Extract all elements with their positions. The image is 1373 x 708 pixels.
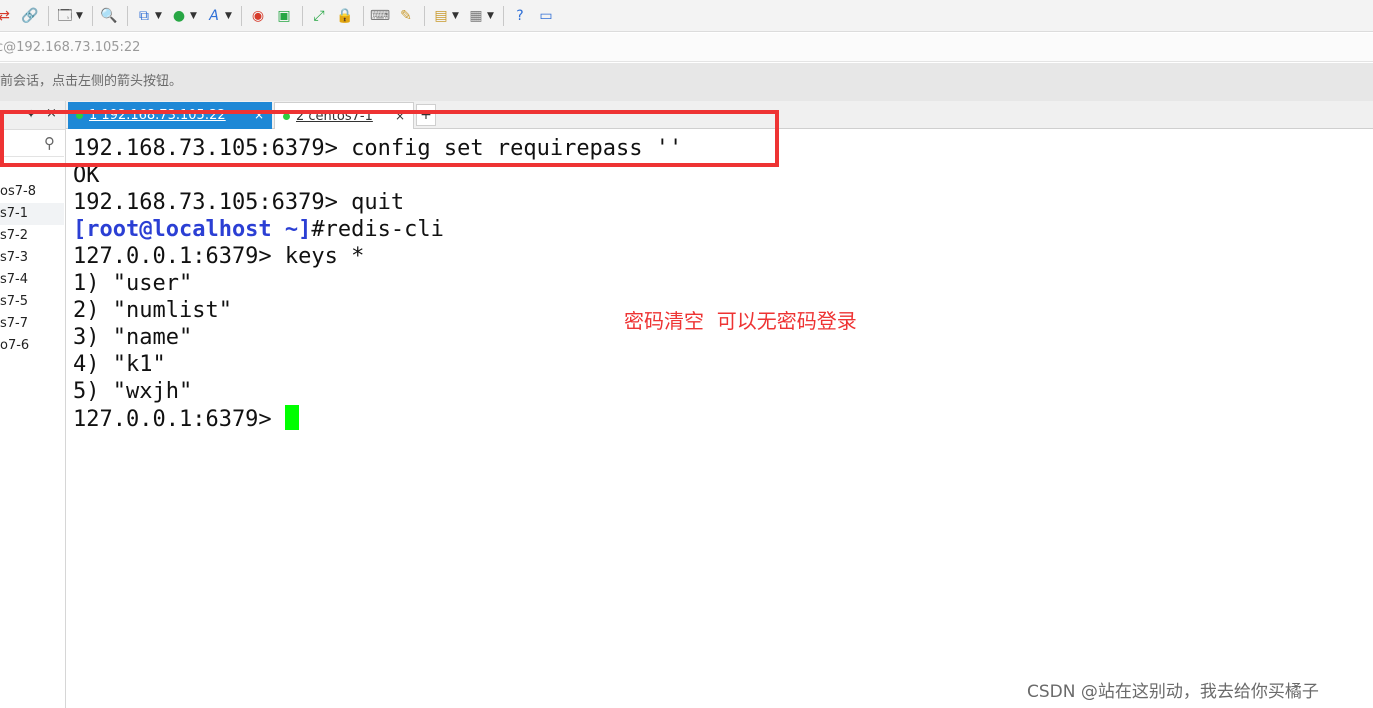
session-search-input[interactable]: ⚲ xyxy=(0,132,64,157)
close-icon[interactable]: × xyxy=(254,102,264,129)
session-list: os7-8 s7-1 s7-2 s7-3 s7-4 s7-5 s7-7 o7-6 xyxy=(0,181,64,357)
toolbar-separator xyxy=(363,5,364,26)
chevron-down-icon[interactable]: ▼ xyxy=(155,11,163,21)
globe-icon[interactable]: ● xyxy=(169,6,189,26)
chevron-down-icon[interactable]: ▼ xyxy=(225,11,233,21)
sidebar-item-session[interactable]: s7-4 xyxy=(0,269,64,291)
hint-text: 前会话，点击左侧的箭头按钮。 xyxy=(0,74,183,89)
chevron-down-icon[interactable]: ▼ xyxy=(190,11,198,21)
toolbar-separator xyxy=(92,5,93,26)
tab-label: 1 192.168.73.105:22 xyxy=(89,108,226,123)
script-icon[interactable]: ▣ xyxy=(274,6,294,26)
chevron-down-icon[interactable]: ▼ xyxy=(487,11,495,21)
keyboard-icon[interactable]: ⌨ xyxy=(370,6,390,26)
new-window-icon[interactable]: 🗔 xyxy=(55,6,75,26)
terminal-line: 5) "wxjh" xyxy=(73,379,193,404)
session-sidebar: ✦ × ⚲ os7-8 s7-1 s7-2 s7-3 s7-4 s7-5 s7-… xyxy=(0,101,66,708)
annotation-text: 密码清空 可以无密码登录 xyxy=(624,309,857,333)
toolbar: ⇄ 🔗 🗔 ▼ 🔍 ⧉ ▼ ● ▼ A ▼ ◉ ▣ ⤢ 🔒 ⌨ ✎ ▤ ▼ ▦ ▼ ? ▭ xyxy=(0,0,1373,32)
highlight-icon[interactable]: ✎ xyxy=(396,6,416,26)
lock-icon[interactable]: 🔒 xyxy=(335,6,355,26)
pin-icon[interactable]: ✦ xyxy=(26,107,36,121)
terminal-cursor xyxy=(284,405,299,430)
new-folder-icon[interactable]: ▤ xyxy=(431,6,451,26)
terminal-line: OK xyxy=(73,163,100,188)
link-icon[interactable]: 🔗 xyxy=(20,6,40,26)
status-dot xyxy=(76,111,83,119)
sidebar-item-session[interactable]: s7-7 xyxy=(0,313,64,335)
terminal-line: 2) "numlist" xyxy=(73,298,232,323)
sidebar-item-session[interactable]: o7-6 xyxy=(0,335,64,357)
terminal-line: 1) "user" xyxy=(73,271,193,296)
terminal-line: 4) "k1" xyxy=(73,352,166,377)
terminal-line: 3) "name" xyxy=(73,325,193,350)
address-bar[interactable]: c@192.168.73.105:22 xyxy=(0,33,1373,62)
chevron-down-icon[interactable]: ▼ xyxy=(76,11,84,21)
add-tab-button[interactable]: + xyxy=(416,104,436,126)
search-icon[interactable]: ⚲ xyxy=(44,134,55,152)
toolbar-separator xyxy=(241,5,242,26)
shuffle-icon[interactable]: ⇄ xyxy=(0,6,14,26)
tab-session-2[interactable]: 2 centos7-1 × xyxy=(274,102,414,129)
hint-bar: 前会话，点击左侧的箭头按钮。 xyxy=(0,63,1373,101)
terminal-line: 192.168.73.105:6379> quit xyxy=(73,190,405,215)
root-prompt: [root@localhost ~] xyxy=(73,217,312,242)
close-icon[interactable]: × xyxy=(395,103,405,130)
help-icon[interactable]: ? xyxy=(510,6,530,26)
toolbar-separator xyxy=(302,5,303,26)
fullscreen-icon[interactable]: ⤢ xyxy=(309,6,329,26)
sidebar-item-session[interactable]: os7-8 xyxy=(0,181,64,203)
terminal-line: [root@localhost ~]#redis-cli xyxy=(73,216,444,243)
terminal-line: 192.168.73.105:6379> config set requirep… xyxy=(73,136,683,161)
sidebar-item-session[interactable]: s7-3 xyxy=(0,247,64,269)
root-command: #redis-cli xyxy=(311,217,444,242)
record-icon[interactable]: ◉ xyxy=(248,6,268,26)
tab-label: 2 centos7-1 xyxy=(296,109,373,124)
tab-session-1[interactable]: 1 192.168.73.105:22 × xyxy=(68,102,272,129)
address-text: c@192.168.73.105:22 xyxy=(0,40,141,55)
chat-icon[interactable]: ▭ xyxy=(536,6,556,26)
toolbar-separator xyxy=(503,5,504,26)
sidebar-item-session[interactable]: s7-5 xyxy=(0,291,64,313)
session-tabs: 1 192.168.73.105:22 × 2 centos7-1 × + xyxy=(66,101,1373,129)
sidebar-item-session[interactable]: s7-1 xyxy=(0,203,64,225)
sidebar-header: ✦ × xyxy=(0,101,65,130)
toolbar-separator xyxy=(127,5,128,26)
chevron-down-icon[interactable]: ▼ xyxy=(452,11,460,21)
status-dot xyxy=(283,112,290,120)
current-prompt: 127.0.0.1:6379> xyxy=(73,407,285,432)
terminal[interactable]: 192.168.73.105:6379> config set requirep… xyxy=(66,130,1373,708)
search-icon[interactable]: 🔍 xyxy=(99,6,119,26)
terminal-line: 127.0.0.1:6379> keys * xyxy=(73,244,365,269)
terminal-line: 127.0.0.1:6379> xyxy=(73,405,299,432)
close-icon[interactable]: × xyxy=(46,106,57,121)
watermark: CSDN @站在这别动，我去给你买橘子 xyxy=(1027,682,1319,702)
toolbar-separator xyxy=(48,5,49,26)
transfer-icon[interactable]: ⧉ xyxy=(134,6,154,26)
font-icon[interactable]: A xyxy=(204,6,224,26)
sidebar-item-session[interactable]: s7-2 xyxy=(0,225,64,247)
layout-icon[interactable]: ▦ xyxy=(466,6,486,26)
toolbar-separator xyxy=(424,5,425,26)
